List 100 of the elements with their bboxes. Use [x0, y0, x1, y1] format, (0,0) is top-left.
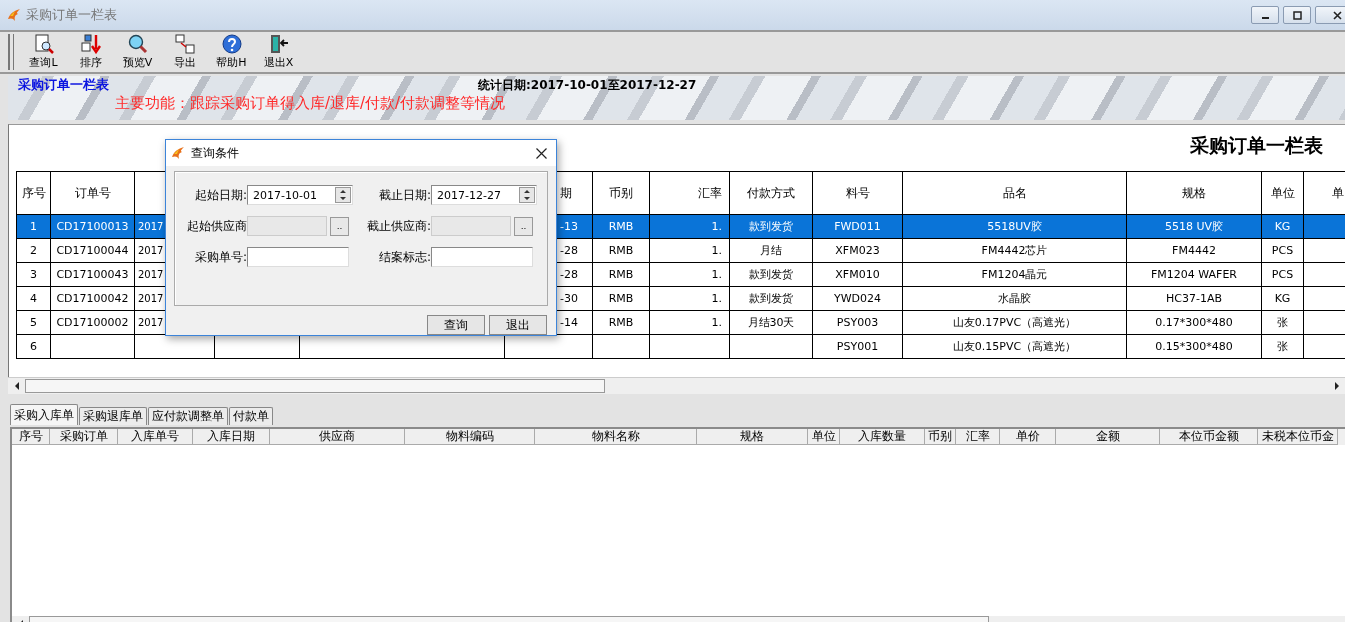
- column-header: 物料编码: [405, 429, 535, 445]
- tab[interactable]: 应付款调整单: [148, 407, 228, 425]
- column-header: 金额: [1056, 429, 1160, 445]
- table-cell: 1.: [650, 263, 730, 287]
- date-range-text: 统计日期:2017-10-01至2017-12-27: [478, 76, 697, 94]
- table-cell: 1.: [650, 287, 730, 311]
- column-header: 单位: [808, 429, 840, 445]
- column-header: 供应商: [270, 429, 405, 445]
- toolbar-button[interactable]: 导出: [161, 33, 208, 71]
- minimize-button[interactable]: [1251, 6, 1279, 24]
- column-header: 入库日期: [193, 429, 270, 445]
- table-cell: XFM023: [813, 239, 903, 263]
- table-cell: YWD024: [813, 287, 903, 311]
- horizontal-scrollbar[interactable]: [8, 377, 1345, 394]
- column-header: 入库数量: [840, 429, 925, 445]
- column-header: 汇率: [956, 429, 1000, 445]
- toolbar-button[interactable]: 退出X: [255, 33, 302, 71]
- maximize-icon: [1292, 10, 1302, 20]
- table-cell: 3: [17, 263, 51, 287]
- table-cell: XFM010: [813, 263, 903, 287]
- table-cell: FM1204晶元: [903, 263, 1127, 287]
- toolbar-grip[interactable]: [8, 34, 14, 70]
- date-field[interactable]: 2017-12-27: [431, 185, 537, 205]
- table-cell: 1.: [650, 215, 730, 239]
- input-field[interactable]: [431, 247, 533, 267]
- table-cell: FM4442芯片: [903, 239, 1127, 263]
- dialog-button[interactable]: 查询: [427, 315, 485, 335]
- table-cell: FM4442: [1127, 239, 1262, 263]
- column-header: 序号: [12, 429, 50, 445]
- right-arrow-icon: [1333, 382, 1340, 390]
- report-heading: 采购订单一栏表: [1190, 133, 1323, 158]
- table-cell: 5518UV胶: [903, 215, 1127, 239]
- table-cell: 5: [17, 311, 51, 335]
- table-cell: 月结30天: [730, 311, 813, 335]
- toolbar-button[interactable]: 预览V: [114, 33, 161, 71]
- table-cell: 山友0.15PVC（高遮光）: [903, 335, 1127, 359]
- app-logo-icon: [6, 7, 22, 23]
- table-cell: 款到发货: [730, 263, 813, 287]
- table-cell: RMB: [593, 239, 650, 263]
- window-title: 采购订单一栏表: [26, 6, 117, 24]
- table-cell: 张: [1262, 311, 1304, 335]
- field-label: 结案标志:: [377, 248, 431, 266]
- table-cell: CD17100002: [51, 311, 135, 335]
- sort-arrow-icon: [79, 34, 102, 54]
- minimize-icon: [1261, 17, 1269, 19]
- table-cell: FWD011: [813, 215, 903, 239]
- date-field[interactable]: 2017-10-01: [247, 185, 353, 205]
- column-header: 币别: [925, 429, 956, 445]
- left-arrow-icon: [13, 382, 20, 390]
- tab[interactable]: 采购入库单: [10, 404, 78, 425]
- table-cell: KG: [1262, 215, 1304, 239]
- table-cell: 6: [17, 335, 51, 359]
- field-label: 截止供应商:: [365, 217, 431, 235]
- table-cell: 1: [17, 215, 51, 239]
- spinner-icon: [335, 187, 351, 203]
- toolbar-button[interactable]: 排序: [67, 33, 114, 71]
- column-header: 本位币金额: [1160, 429, 1258, 445]
- table-cell: 山友0.17PVC（高遮光）: [903, 311, 1127, 335]
- maximize-button[interactable]: [1283, 6, 1311, 24]
- table-cell: RMB: [593, 263, 650, 287]
- dialog-button[interactable]: 退出: [489, 315, 547, 335]
- help-icon: [220, 34, 243, 54]
- close-icon: [535, 147, 547, 159]
- table-cell: HC37-1AB: [1127, 287, 1262, 311]
- table-cell: CD17100042: [51, 287, 135, 311]
- table-cell: 5518 UV胶: [1127, 215, 1262, 239]
- app-logo-icon: [170, 145, 186, 161]
- tab[interactable]: 采购退库单: [79, 407, 147, 425]
- column-header: 入库单号: [118, 429, 193, 445]
- table-cell: 4: [17, 287, 51, 311]
- field-label: 截止日期:: [377, 186, 431, 204]
- table-cell: 水晶胶: [903, 287, 1127, 311]
- column-header: 规格: [697, 429, 808, 445]
- scrollbar-thumb[interactable]: [25, 379, 605, 393]
- table-cell: 0.15*300*480: [1127, 335, 1262, 359]
- column-header: 物料名称: [535, 429, 697, 445]
- field-label: 起始日期:: [193, 186, 247, 204]
- table-cell: 1.: [650, 239, 730, 263]
- table-cell: 1.: [650, 311, 730, 335]
- document-magnifier-icon: [32, 34, 55, 54]
- table-cell: KG: [1262, 287, 1304, 311]
- table-cell: RMB: [593, 311, 650, 335]
- table-cell: PCS: [1262, 263, 1304, 287]
- toolbar-button[interactable]: 查询L: [20, 33, 67, 71]
- banner-title: 采购订单一栏表: [18, 76, 110, 94]
- tab[interactable]: 付款单: [229, 407, 273, 425]
- toolbar-button[interactable]: 帮助H: [208, 33, 255, 71]
- table-cell: PSY003: [813, 311, 903, 335]
- close-icon: [1332, 10, 1342, 20]
- table-cell: PSY001: [813, 335, 903, 359]
- table-cell: CD17100044: [51, 239, 135, 263]
- table-cell: 0.17*300*480: [1127, 311, 1262, 335]
- table-cell: RMB: [593, 287, 650, 311]
- input-field[interactable]: [247, 247, 349, 267]
- table-cell: 张: [1262, 335, 1304, 359]
- magnifier-icon: [126, 34, 149, 54]
- column-header: 采购订单: [50, 429, 118, 445]
- dialog-title: 查询条件: [191, 144, 239, 162]
- column-header: 未税本位币金: [1258, 429, 1338, 445]
- table-cell: RMB: [593, 215, 650, 239]
